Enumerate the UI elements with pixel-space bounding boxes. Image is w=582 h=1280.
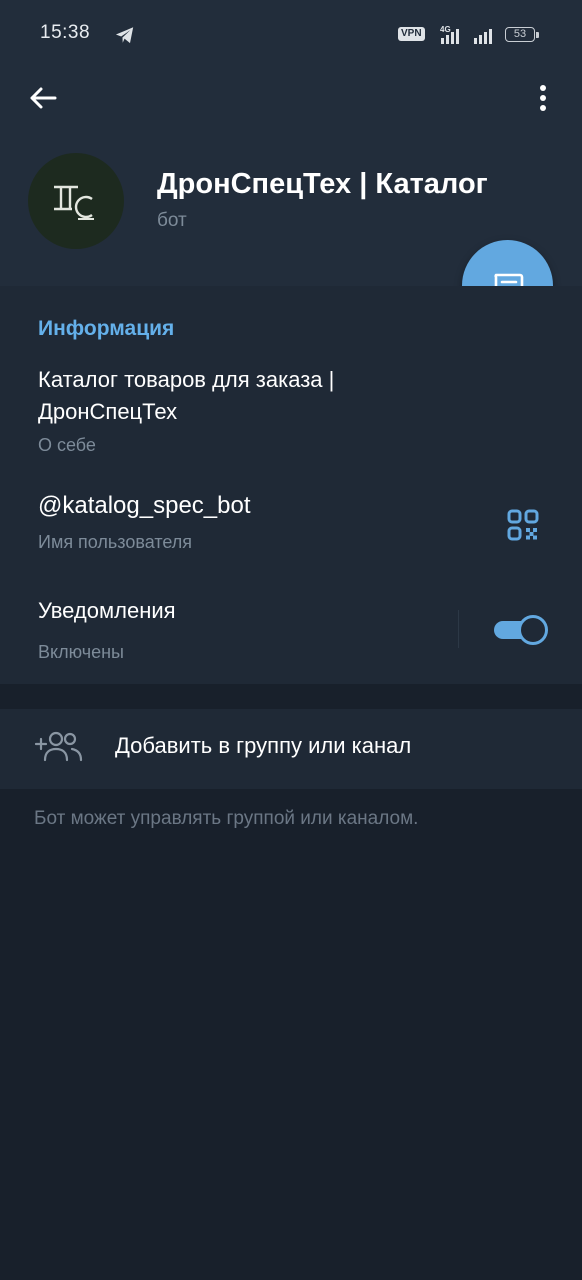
signal-4g-icon: 4G [440,25,459,44]
profile-status: бот [157,210,187,231]
about-text[interactable]: Каталог товаров для заказа | ДронСпецТех [38,364,458,428]
username-text[interactable]: @katalog_spec_bot [38,492,251,520]
toggle-knob [518,615,548,645]
avatar[interactable] [28,153,124,249]
back-button[interactable] [26,80,62,116]
status-time: 15:38 [40,22,91,43]
battery-tip [536,32,539,38]
more-menu-button[interactable] [530,80,556,116]
username-caption: Имя пользователя [38,532,193,552]
signal-icon [474,29,492,44]
add-users-icon [34,731,83,762]
telegram-icon [115,27,134,44]
qr-code-button[interactable] [506,508,540,542]
dst-logo-icon [54,185,94,220]
notifications-label[interactable]: Уведомления [38,598,176,624]
notifications-toggle[interactable] [492,614,548,646]
info-section-title: Информация [38,317,175,340]
footer-note: Бот может управлять группой или каналом. [34,808,419,829]
add-to-group-label[interactable]: Добавить в группу или канал [115,733,411,759]
profile-name: ДронСпецТех | Каталог [157,168,488,200]
divider [458,610,459,648]
svg-text:4G: 4G [440,25,451,34]
about-caption: О себе [38,435,96,455]
battery-icon: 53 [505,27,535,42]
vpn-badge: VPN [398,27,425,41]
notifications-caption: Включены [38,642,124,662]
